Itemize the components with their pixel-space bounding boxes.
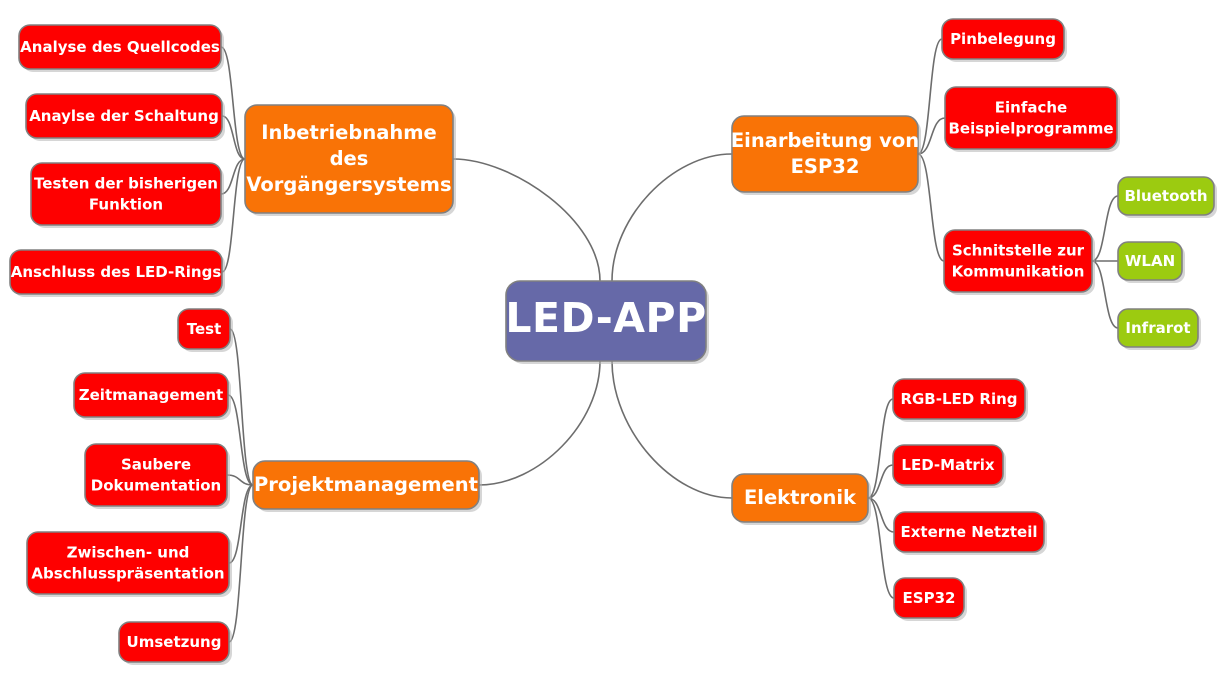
leaf-node-schnitstelle-zur-kommunikation-box[interactable] (943, 229, 1093, 293)
connector-schnitstelle-zur-kommunikation-to-infrarot (1091, 260, 1119, 329)
branch-node-inbetriebnahme[interactable]: Inbetriebnahme des Vorgängersystems (244, 104, 456, 216)
leaf-node-anaylse-der-schaltung-label: Anaylse der Schaltung (29, 107, 219, 125)
branch-node-inbetriebnahme-label-line: Vorgängersystems (246, 173, 451, 196)
leaf-node-test-label-line: Test (187, 320, 222, 338)
root-node-led-app[interactable]: LED-APP (505, 280, 709, 364)
branch-node-elektronik[interactable]: Elektronik (731, 473, 871, 525)
leaf-node-umsetzung-label-line: Umsetzung (127, 633, 222, 651)
connector-inbetriebnahme-to-analyse-des-quellcodes (220, 46, 246, 160)
sub-node-infrarot-label: Infrarot (1125, 319, 1190, 337)
leaf-node-anschluss-des-led-rings-label-line: Anschluss des LED-Rings (11, 263, 222, 281)
sub-node-bluetooth-label: Bluetooth (1124, 187, 1207, 205)
leaf-node-analyse-des-quellcodes-label-line: Analyse des Quellcodes (20, 38, 220, 56)
leaf-node-pinbelegung-label-line: Pinbelegung (950, 30, 1056, 48)
leaf-node-zwischen-und-abschlussprasentation-label-line: Zwischen- und (67, 543, 190, 561)
leaf-node-led-matrix[interactable]: LED-Matrix (892, 444, 1006, 488)
leaf-node-pinbelegung[interactable]: Pinbelegung (941, 18, 1067, 62)
branch-node-einarbeitung-esp32-label-line: ESP32 (791, 155, 860, 178)
leaf-node-externe-netzteil-label: Externe Netzteil (901, 523, 1038, 541)
leaf-node-saubere-dokumentation-box[interactable] (84, 443, 228, 507)
connector-elektronik-to-led-matrix (867, 464, 894, 499)
leaf-node-zwischen-und-abschlussprasentation-box[interactable] (26, 531, 230, 595)
leaf-node-testen-der-bisherigen-funktion-label-line: Funktion (89, 195, 163, 213)
leaf-node-esp32-label-line: ESP32 (903, 589, 956, 607)
leaf-node-rgb-led-ring[interactable]: RGB-LED Ring (892, 378, 1028, 422)
leaf-node-zeitmanagement-label-line: Zeitmanagement (79, 386, 223, 404)
node-layer: LED-APP Inbetriebnahme des Vorgängersystems… (9, 18, 1217, 665)
branch-node-inbetriebnahme-label-line: des (330, 147, 369, 170)
branch-node-einarbeitung-esp32[interactable]: Einarbeitung von ESP32 (731, 115, 921, 195)
leaf-node-analyse-des-quellcodes[interactable]: Analyse des Quellcodes (18, 24, 224, 72)
sub-node-wlan[interactable]: WLAN (1117, 241, 1185, 283)
leaf-node-einfache-beispielprogramme-box[interactable] (944, 86, 1118, 150)
leaf-node-saubere-dokumentation[interactable]: Saubere Dokumentation (84, 443, 230, 509)
connector-projektmanagement-to-umsetzung (228, 484, 254, 643)
leaf-node-zeitmanagement[interactable]: Zeitmanagement (73, 372, 231, 420)
connector-schnitstelle-zur-kommunikation-to-bluetooth (1091, 195, 1119, 262)
mind-map-canvas: LED-APP Inbetriebnahme des Vorgängersystems… (9, 18, 1217, 665)
leaf-node-testen-der-bisherigen-funktion-box[interactable] (30, 162, 222, 226)
leaf-node-einfache-beispielprogramme-label-line: Beispielprogramme (949, 119, 1114, 137)
leaf-node-rgb-led-ring-label: RGB-LED Ring (900, 390, 1017, 408)
leaf-node-schnitstelle-zur-kommunikation-label-line: Schnitstelle zur (952, 241, 1085, 259)
connector-root-to-elektronik (611, 360, 733, 499)
branch-node-elektronik-label-line: Elektronik (744, 486, 857, 509)
leaf-node-einfache-beispielprogramme[interactable]: Einfache Beispielprogramme (944, 86, 1120, 152)
connector-elektronik-to-externe-netzteil (867, 497, 895, 533)
leaf-node-anaylse-der-schaltung[interactable]: Anaylse der Schaltung (25, 93, 225, 141)
branch-node-projektmanagement-label-line: Projektmanagement (254, 473, 478, 496)
leaf-node-zwischen-und-abschlussprasentation[interactable]: Zwischen- und Abschlusspräsentation (26, 531, 232, 597)
leaf-node-esp32-label: ESP32 (903, 589, 956, 607)
leaf-node-analyse-des-quellcodes-label: Analyse des Quellcodes (20, 38, 220, 56)
leaf-node-anschluss-des-led-rings-label: Anschluss des LED-Rings (11, 263, 222, 281)
connector-projektmanagement-to-test (229, 328, 254, 486)
sub-node-infrarot-label-line: Infrarot (1125, 319, 1190, 337)
connector-einarbeitung-esp32-to-pinbelegung (917, 38, 943, 155)
branch-node-einarbeitung-esp32-label-line: Einarbeitung von (731, 129, 919, 152)
leaf-node-rgb-led-ring-label-line: RGB-LED Ring (900, 390, 1017, 408)
leaf-node-saubere-dokumentation-label-line: Dokumentation (91, 476, 221, 494)
leaf-node-schnitstelle-zur-kommunikation[interactable]: Schnitstelle zur Kommunikation (943, 229, 1095, 295)
leaf-node-zeitmanagement-label: Zeitmanagement (79, 386, 223, 404)
connector-projektmanagement-to-zeitmanagement (227, 394, 254, 486)
leaf-node-test[interactable]: Test (177, 308, 233, 352)
branch-node-elektronik-label: Elektronik (744, 486, 857, 509)
leaf-node-anaylse-der-schaltung-label-line: Anaylse der Schaltung (29, 107, 219, 125)
leaf-node-led-matrix-label: LED-Matrix (901, 456, 995, 474)
connector-root-to-einarbeitung-esp32 (611, 153, 733, 282)
leaf-node-umsetzung[interactable]: Umsetzung (118, 621, 232, 665)
leaf-node-externe-netzteil-label-line: Externe Netzteil (901, 523, 1038, 541)
connector-root-to-inbetriebnahme (452, 158, 601, 282)
branch-node-projektmanagement-label: Projektmanagement (254, 473, 478, 496)
branch-node-projektmanagement[interactable]: Projektmanagement (252, 460, 482, 512)
sub-node-bluetooth[interactable]: Bluetooth (1117, 176, 1217, 218)
leaf-node-anschluss-des-led-rings[interactable]: Anschluss des LED-Rings (9, 249, 225, 297)
root-node-led-app-label-line: LED-APP (505, 294, 706, 342)
leaf-node-testen-der-bisherigen-funktion-label-line: Testen der bisherigen (34, 174, 218, 192)
leaf-node-test-label: Test (187, 320, 222, 338)
sub-node-wlan-label-line: WLAN (1125, 252, 1175, 270)
leaf-node-testen-der-bisherigen-funktion[interactable]: Testen der bisherigen Funktion (30, 162, 224, 228)
leaf-node-einfache-beispielprogramme-label-line: Einfache (995, 98, 1067, 116)
leaf-node-pinbelegung-label: Pinbelegung (950, 30, 1056, 48)
sub-node-wlan-label: WLAN (1125, 252, 1175, 270)
sub-node-infrarot[interactable]: Infrarot (1117, 308, 1201, 350)
sub-node-bluetooth-label-line: Bluetooth (1124, 187, 1207, 205)
connector-inbetriebnahme-to-anaylse-der-schaltung (221, 115, 246, 160)
connector-root-to-projektmanagement (478, 360, 601, 486)
leaf-node-led-matrix-label-line: LED-Matrix (901, 456, 995, 474)
leaf-node-esp32[interactable]: ESP32 (893, 577, 967, 621)
connector-projektmanagement-to-zwischen-und-abschlussprasentation (228, 484, 254, 564)
connector-einarbeitung-esp32-to-schnitstelle-zur-kommunikation (917, 153, 945, 262)
leaf-node-zwischen-und-abschlussprasentation-label-line: Abschlusspräsentation (31, 564, 224, 582)
leaf-node-schnitstelle-zur-kommunikation-label-line: Kommunikation (952, 262, 1085, 280)
branch-node-inbetriebnahme-label-line: Inbetriebnahme (261, 121, 437, 144)
root-node-led-app-label: LED-APP (505, 294, 706, 342)
leaf-node-umsetzung-label: Umsetzung (127, 633, 222, 651)
leaf-node-externe-netzteil[interactable]: Externe Netzteil (893, 511, 1047, 555)
leaf-node-saubere-dokumentation-label-line: Saubere (121, 455, 191, 473)
